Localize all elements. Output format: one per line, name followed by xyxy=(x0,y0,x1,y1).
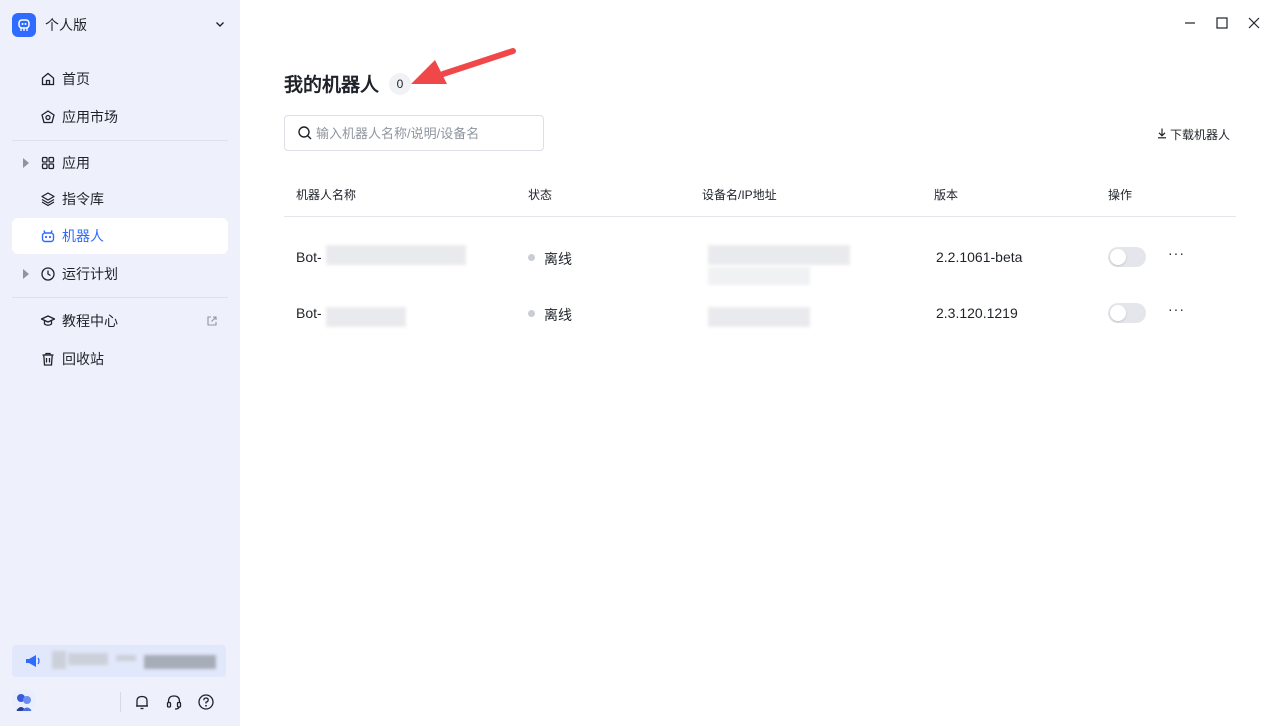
sidebar-item-label: 应用 xyxy=(62,155,90,171)
minimize-icon[interactable] xyxy=(1181,14,1199,32)
download-icon xyxy=(1156,127,1168,142)
column-header-name: 机器人名称 xyxy=(296,188,357,202)
sidebar-item-label: 应用市场 xyxy=(62,109,118,125)
sidebar-item-label: 回收站 xyxy=(62,351,104,367)
redacted-text xyxy=(708,307,810,327)
close-icon[interactable] xyxy=(1245,14,1263,32)
search-icon xyxy=(297,125,313,144)
trash-icon xyxy=(40,351,56,367)
grid-icon xyxy=(40,155,56,171)
caret-right-icon[interactable] xyxy=(23,158,29,168)
download-robot-label: 下载机器人 xyxy=(1170,127,1231,142)
sidebar-item-robots[interactable]: 机器人 xyxy=(12,218,228,254)
page-title: 我的机器人 xyxy=(284,75,380,96)
robot-version: 2.2.1061-beta xyxy=(936,249,1023,265)
sidebar-item-home[interactable]: 首页 xyxy=(12,61,228,97)
divider xyxy=(120,692,121,712)
download-robot-button[interactable]: 下载机器人 xyxy=(1156,125,1230,143)
robot-icon xyxy=(40,228,56,244)
headset-icon[interactable] xyxy=(165,693,183,711)
bell-icon[interactable] xyxy=(133,693,151,711)
table-row[interactable]: Bot- 离线 2.3.120.1219 ··· xyxy=(284,285,1236,341)
status-dot xyxy=(528,254,535,261)
sidebar-item-label: 机器人 xyxy=(62,228,104,244)
more-actions-icon[interactable]: ··· xyxy=(1168,301,1185,317)
layers-icon xyxy=(40,191,56,207)
graduation-cap-icon xyxy=(40,313,56,329)
search-box[interactable] xyxy=(284,115,544,151)
redacted-text xyxy=(326,307,406,327)
table-row[interactable]: Bot- 离线 2.2.1061-beta ··· xyxy=(284,229,1236,285)
divider xyxy=(12,297,228,298)
robot-name: Bot- xyxy=(296,249,322,265)
market-icon xyxy=(40,109,56,125)
chevron-down-icon xyxy=(214,17,226,33)
sidebar-footer xyxy=(0,686,240,718)
sidebar-item-commands[interactable]: 指令库 xyxy=(12,181,228,217)
workspace-name: 个人版 xyxy=(45,17,87,33)
sidebar-item-tutorials[interactable]: 教程中心 xyxy=(12,303,228,339)
redacted-text xyxy=(708,267,810,285)
redacted-text xyxy=(68,653,108,665)
robot-name: Bot- xyxy=(296,305,322,321)
clock-icon xyxy=(40,266,56,282)
more-actions-icon[interactable]: ··· xyxy=(1168,245,1185,261)
table-header-divider xyxy=(284,216,1236,217)
search-input[interactable] xyxy=(316,123,536,143)
column-header-status: 状态 xyxy=(528,188,553,202)
sidebar-item-label: 指令库 xyxy=(62,191,104,207)
sidebar-item-apps[interactable]: 应用 xyxy=(12,145,228,181)
robot-status: 离线 xyxy=(544,251,572,267)
divider xyxy=(12,140,228,141)
sidebar-item-label: 首页 xyxy=(62,71,90,87)
sidebar-item-schedules[interactable]: 运行计划 xyxy=(12,256,228,292)
caret-right-icon[interactable] xyxy=(23,269,29,279)
robot-enable-toggle[interactable] xyxy=(1108,247,1146,267)
megaphone-icon xyxy=(24,653,42,672)
redacted-text xyxy=(144,655,216,669)
annotation-arrow xyxy=(411,48,516,84)
redacted-text xyxy=(326,245,466,265)
avatar[interactable] xyxy=(12,689,36,713)
column-header-actions: 操作 xyxy=(1108,188,1133,202)
home-icon xyxy=(40,71,56,87)
maximize-icon[interactable] xyxy=(1213,14,1231,32)
sidebar: 个人版 首页 应用市场 应用 指令库 机器人 运行计划 教程中心 回收站 xyxy=(0,0,240,726)
toggle-knob xyxy=(1110,305,1126,321)
notice-banner[interactable] xyxy=(12,645,226,677)
redacted-text xyxy=(116,655,136,661)
toggle-knob xyxy=(1110,249,1126,265)
help-icon[interactable] xyxy=(197,693,215,711)
robot-status: 离线 xyxy=(544,307,572,323)
workspace-switcher[interactable]: 个人版 xyxy=(12,12,228,38)
redacted-text xyxy=(708,245,850,265)
column-header-version: 版本 xyxy=(934,188,959,202)
robot-version: 2.3.120.1219 xyxy=(936,305,1018,321)
sidebar-item-market[interactable]: 应用市场 xyxy=(12,99,228,135)
sidebar-item-label: 运行计划 xyxy=(62,266,118,282)
robot-enable-toggle[interactable] xyxy=(1108,303,1146,323)
redacted-text xyxy=(52,651,66,669)
external-link-icon xyxy=(206,314,218,330)
sidebar-item-label: 教程中心 xyxy=(62,313,118,329)
status-dot xyxy=(528,310,535,317)
column-header-device: 设备名/IP地址 xyxy=(702,188,777,202)
robot-logo-icon xyxy=(12,13,36,37)
sidebar-item-trash[interactable]: 回收站 xyxy=(12,341,228,377)
